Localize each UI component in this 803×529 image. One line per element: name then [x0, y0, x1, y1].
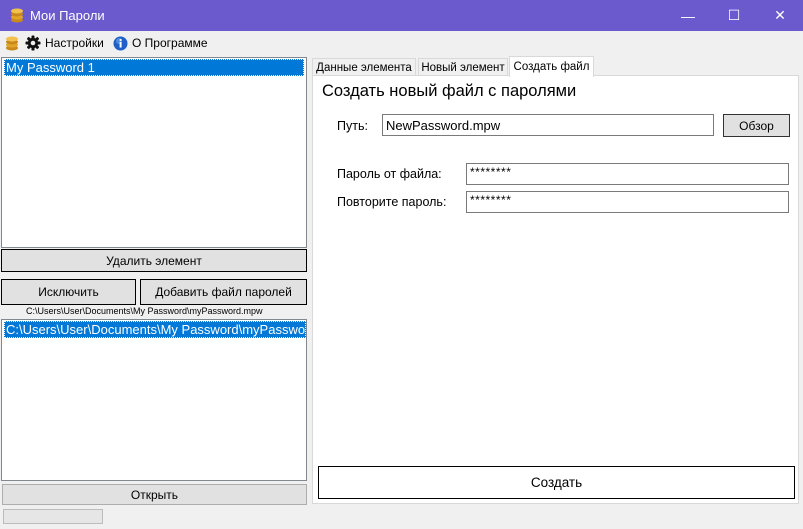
browse-button[interactable]: Обзор [723, 114, 790, 137]
page-title: Создать новый файл с паролями [322, 82, 577, 100]
path-label: Путь: [337, 119, 368, 133]
window-title: Мои Пароли [30, 8, 105, 23]
exclude-button[interactable]: Исключить [1, 279, 136, 305]
current-file-path: C:\Users\User\Documents\My Password\myPa… [26, 306, 263, 316]
password-field[interactable]: ******** [466, 163, 789, 185]
tab-create-file[interactable]: Создать файл [509, 56, 594, 77]
repeat-password-field[interactable]: ******** [466, 191, 789, 213]
list-item[interactable]: My Password 1 [4, 59, 304, 76]
delete-item-button[interactable]: Удалить элемент [1, 249, 307, 272]
repeat-password-label: Повторите пароль: [337, 195, 447, 209]
password-files-list[interactable]: C:\Users\User\Documents\My Password\myPa… [1, 319, 307, 481]
create-button[interactable]: Создать [318, 466, 795, 499]
coins-menu-button[interactable] [5, 34, 19, 52]
menu-bar: Настройки О Программе [0, 31, 803, 55]
password-items-list[interactable]: My Password 1 [1, 57, 307, 248]
minimize-button[interactable]: — [665, 0, 711, 31]
status-bar [0, 505, 803, 529]
progress-bar [3, 509, 103, 524]
path-input[interactable]: NewPassword.mpw [382, 114, 714, 136]
close-button[interactable]: ✕ [757, 0, 803, 31]
create-file-panel [312, 75, 799, 504]
password-label: Пароль от файла: [337, 167, 442, 181]
coins-icon [6, 36, 18, 51]
menu-settings[interactable]: Настройки [25, 34, 104, 52]
title-bar: Мои Пароли — ☐ ✕ [0, 0, 803, 31]
gear-icon [25, 35, 41, 51]
maximize-button[interactable]: ☐ [711, 0, 757, 31]
list-item[interactable]: C:\Users\User\Documents\My Password\myPa… [4, 321, 306, 338]
app-coins-icon [11, 8, 23, 23]
menu-about-label: О Программе [132, 36, 208, 50]
menu-about[interactable]: О Программе [113, 34, 208, 52]
menu-settings-label: Настройки [45, 36, 104, 50]
info-icon [113, 36, 128, 50]
open-button[interactable]: Открыть [2, 484, 307, 505]
add-password-file-button[interactable]: Добавить файл паролей [140, 279, 307, 305]
